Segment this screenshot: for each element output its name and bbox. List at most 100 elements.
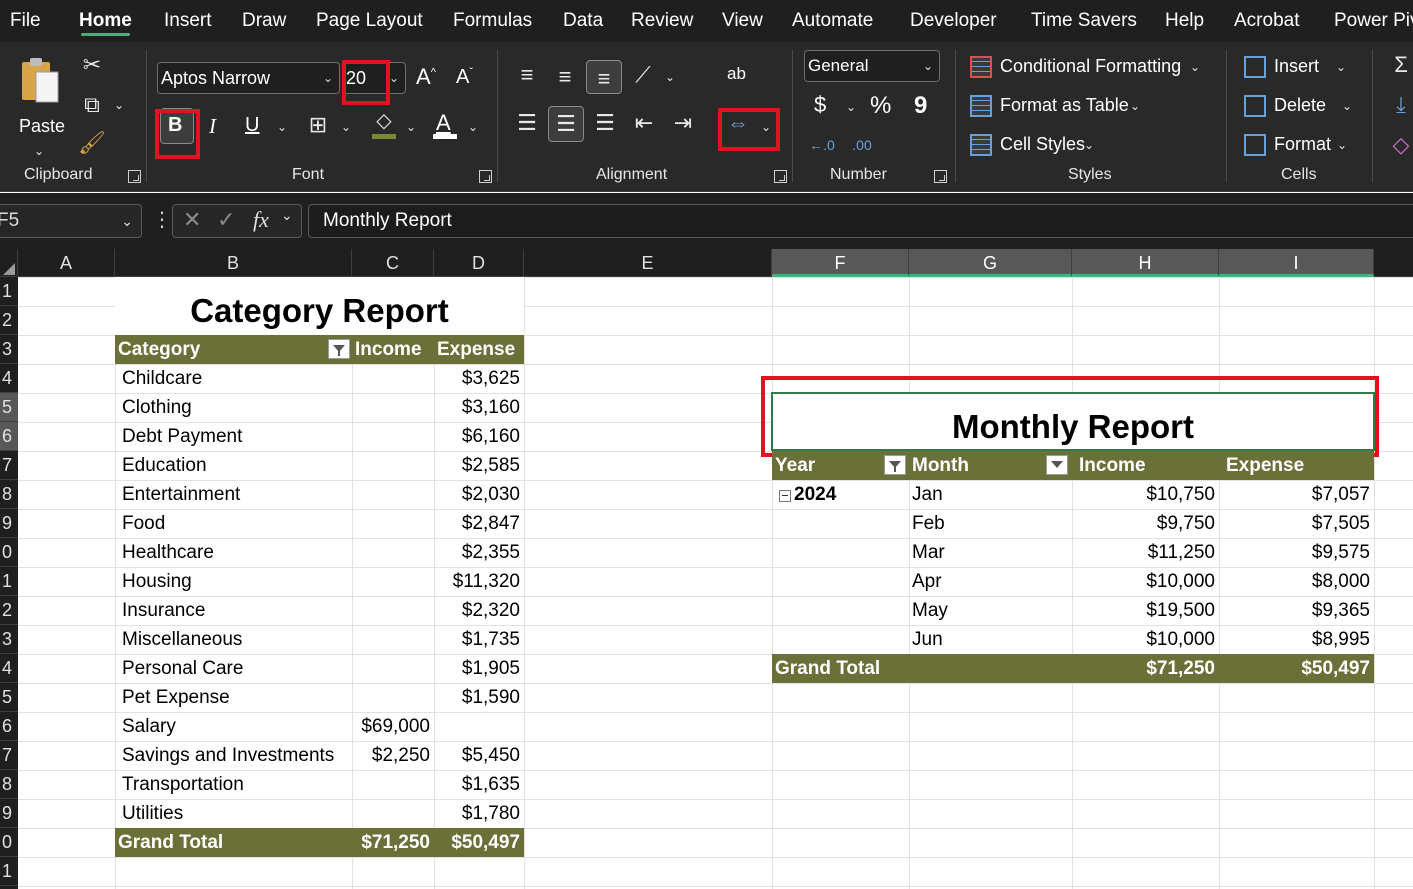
tab-time-savers[interactable]: Time Savers xyxy=(1031,0,1137,42)
column-header-b[interactable]: B xyxy=(115,249,352,277)
top-align-icon[interactable]: ≡ xyxy=(512,60,542,90)
increase-decimal-icon[interactable]: ←.0 xyxy=(808,130,836,160)
column-header-a[interactable]: A xyxy=(18,249,115,277)
row-header[interactable]: 0 xyxy=(0,828,18,857)
category-cell[interactable]: Insurance xyxy=(122,596,352,625)
expense-cell[interactable]: $1,590 xyxy=(434,683,520,712)
column-header-f[interactable]: F xyxy=(772,249,909,277)
income-cell[interactable]: $2,250 xyxy=(352,741,430,770)
category-cell[interactable]: Food xyxy=(122,509,352,538)
cancel-icon[interactable]: ✕ xyxy=(183,207,201,233)
income-cell[interactable] xyxy=(352,393,430,422)
category-cell[interactable]: Entertainment xyxy=(122,480,352,509)
row-header[interactable]: 6 xyxy=(0,712,18,741)
income-cell[interactable] xyxy=(352,683,430,712)
expense-cell[interactable]: $1,635 xyxy=(434,770,520,799)
expense-cell[interactable]: $2,320 xyxy=(434,596,520,625)
category-cell[interactable]: Utilities xyxy=(122,799,352,828)
middle-align-icon[interactable]: ≡ xyxy=(550,62,580,92)
increase-indent-icon[interactable]: ⇥ xyxy=(668,108,698,138)
formula-input[interactable]: Monthly Report xyxy=(308,204,1413,238)
underline-dropdown-icon[interactable]: ⌄ xyxy=(277,120,287,134)
row-header[interactable]: 6 xyxy=(0,422,18,451)
column-header-i[interactable]: I xyxy=(1219,249,1374,277)
grow-font-icon[interactable]: A^ xyxy=(416,64,436,90)
income-cell[interactable]: $69,000 xyxy=(352,712,430,741)
expense-cell[interactable]: $3,625 xyxy=(434,364,520,393)
row-header[interactable]: 4 xyxy=(0,364,18,393)
row-header[interactable]: 7 xyxy=(0,451,18,480)
row-header[interactable]: 7 xyxy=(0,741,18,770)
align-right-icon[interactable]: ☰ xyxy=(590,108,620,138)
font-launcher-icon[interactable] xyxy=(479,170,492,183)
autosum-icon[interactable]: Σ xyxy=(1390,50,1412,80)
tab-insert[interactable]: Insert xyxy=(164,0,212,42)
column-header-d[interactable]: D xyxy=(434,249,524,277)
copy-dropdown-icon[interactable]: ⌄ xyxy=(114,98,124,112)
tab-page-layout[interactable]: Page Layout xyxy=(316,0,423,42)
month-cell[interactable]: Jun xyxy=(912,625,1062,654)
monthly-expense-cell[interactable]: $9,365 xyxy=(1219,596,1370,625)
expense-cell[interactable]: $2,030 xyxy=(434,480,520,509)
monthly-income-cell[interactable]: $10,000 xyxy=(1072,625,1215,654)
monthly-income-cell[interactable]: $10,750 xyxy=(1072,480,1215,509)
income-cell[interactable] xyxy=(352,654,430,683)
month-cell[interactable]: Apr xyxy=(912,567,1062,596)
delete-cells-button[interactable]: Delete xyxy=(1274,95,1326,116)
row-header[interactable]: 3 xyxy=(0,335,18,364)
expense-cell[interactable]: $2,847 xyxy=(434,509,520,538)
row-header[interactable]: 3 xyxy=(0,625,18,654)
font-color-icon[interactable]: A xyxy=(436,110,451,136)
more-options-icon[interactable]: ⋮ xyxy=(152,207,172,232)
expense-cell[interactable]: $1,780 xyxy=(434,799,520,828)
category-cell[interactable]: Childcare xyxy=(122,364,352,393)
comma-button[interactable]: 9 xyxy=(914,92,927,120)
fill-color-dropdown-icon[interactable]: ⌄ xyxy=(406,120,416,134)
monthly-expense-cell[interactable]: $8,995 xyxy=(1219,625,1370,654)
income-cell[interactable] xyxy=(352,451,430,480)
row-header[interactable]: 5 xyxy=(0,393,18,422)
income-cell[interactable] xyxy=(352,799,430,828)
month-cell[interactable]: Mar xyxy=(912,538,1062,567)
percent-button[interactable]: % xyxy=(870,92,891,120)
monthly-expense-cell[interactable]: $9,575 xyxy=(1219,538,1370,567)
income-cell[interactable] xyxy=(352,538,430,567)
monthly-expense-cell[interactable]: $8,000 xyxy=(1219,567,1370,596)
income-cell[interactable] xyxy=(352,770,430,799)
row-header[interactable]: 5 xyxy=(0,683,18,712)
number-launcher-icon[interactable] xyxy=(934,170,947,183)
category-cell[interactable]: Personal Care xyxy=(122,654,352,683)
expense-cell[interactable]: $1,905 xyxy=(434,654,520,683)
category-cell[interactable]: Healthcare xyxy=(122,538,352,567)
clipboard-launcher-icon[interactable] xyxy=(128,170,141,183)
orientation-icon[interactable]: ⟋ xyxy=(628,60,658,90)
monthly-expense-cell[interactable]: $7,505 xyxy=(1219,509,1370,538)
category-cell[interactable]: Salary xyxy=(122,712,352,741)
expense-cell[interactable]: $5,450 xyxy=(434,741,520,770)
monthly-income-cell[interactable]: $19,500 xyxy=(1072,596,1215,625)
month-filter-button[interactable] xyxy=(1046,455,1068,475)
tab-developer[interactable]: Developer xyxy=(910,0,997,42)
tab-help[interactable]: Help xyxy=(1165,0,1204,42)
row-header[interactable]: 8 xyxy=(0,480,18,509)
format-as-table-button[interactable]: Format as Table xyxy=(1000,95,1129,116)
copy-icon[interactable]: ⧉ xyxy=(78,90,106,120)
category-cell[interactable]: Debt Payment xyxy=(122,422,352,451)
monthly-income-cell[interactable]: $10,000 xyxy=(1072,567,1215,596)
format-cells-button[interactable]: Format xyxy=(1274,134,1331,155)
income-cell[interactable] xyxy=(352,509,430,538)
row-header[interactable]: 9 xyxy=(0,509,18,538)
tab-data[interactable]: Data xyxy=(563,0,603,42)
tab-review[interactable]: Review xyxy=(631,0,693,42)
tab-acrobat[interactable]: Acrobat xyxy=(1234,0,1299,42)
shrink-font-icon[interactable]: Aˇ xyxy=(456,66,473,89)
fill-color-icon[interactable]: ◇ xyxy=(370,106,398,136)
category-cell[interactable]: Savings and Investments xyxy=(122,741,352,770)
category-filter-button[interactable] xyxy=(328,339,350,359)
font-name-select[interactable]: Aptos Narrow ⌄ xyxy=(157,62,340,94)
row-header[interactable]: 1 xyxy=(0,567,18,596)
expense-cell[interactable]: $11,320 xyxy=(434,567,520,596)
category-cell[interactable]: Clothing xyxy=(122,393,352,422)
name-box[interactable]: F5 ⌄ xyxy=(0,204,142,238)
monthly-income-cell[interactable]: $9,750 xyxy=(1072,509,1215,538)
